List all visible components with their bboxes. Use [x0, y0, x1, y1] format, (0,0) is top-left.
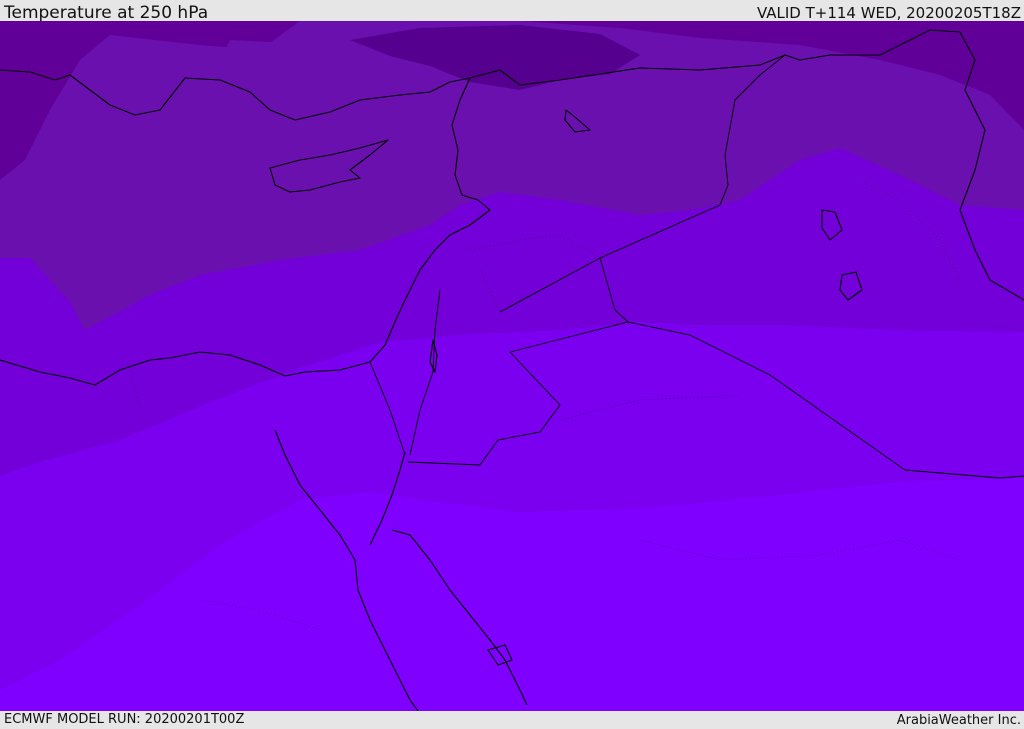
- valid-time: VALID T+114 WED, 20200205T18Z: [756, 4, 1021, 22]
- weather-map: [0, 21, 1024, 711]
- credit: ArabiaWeather Inc.: [896, 713, 1021, 728]
- header-bar: Temperature at 250 hPa VALID T+114 WED, …: [0, 0, 1024, 23]
- model-run: ECMWF MODEL RUN: 20200201T00Z: [4, 712, 245, 727]
- map-title: Temperature at 250 hPa: [4, 3, 209, 23]
- footer-bar: ECMWF MODEL RUN: 20200201T00Z ArabiaWeat…: [0, 711, 1024, 729]
- temperature-map-svg: [0, 21, 1024, 711]
